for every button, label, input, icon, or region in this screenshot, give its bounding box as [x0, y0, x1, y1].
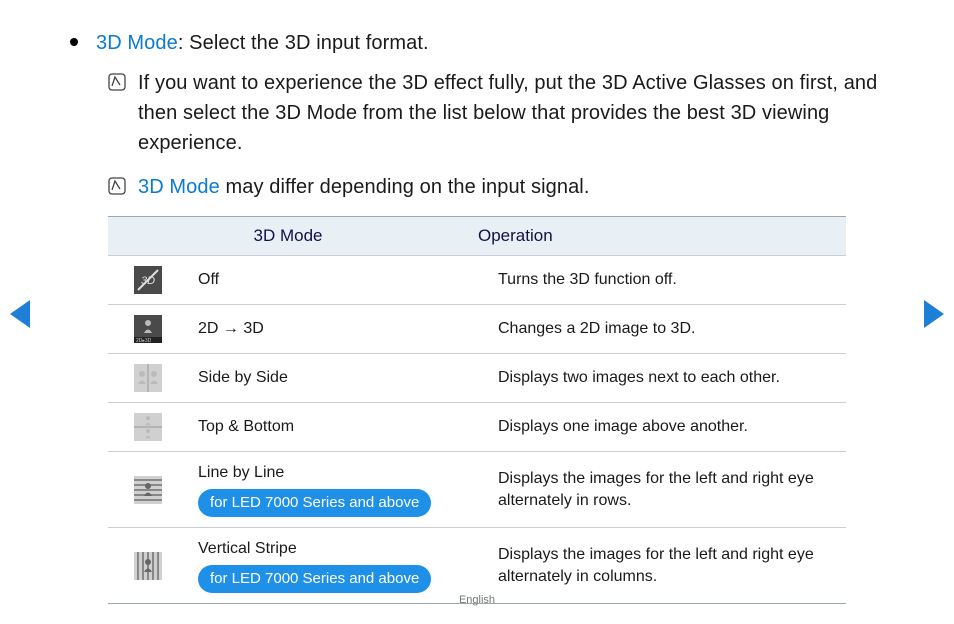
arrow-right-icon [924, 300, 944, 328]
mode-name-cell: Line by Line for LED 7000 Series and abov… [188, 452, 488, 527]
mode-icon-cell [108, 403, 188, 451]
arrow-left-icon [10, 300, 30, 328]
mode-label: Side by Side [198, 367, 478, 389]
svg-text:2D▸3D: 2D▸3D [136, 338, 152, 343]
mode-icon-cell [108, 528, 188, 603]
mode-name-cell: Side by Side [188, 354, 488, 402]
note-icon [108, 177, 128, 200]
mode-icon-cell: 3D [108, 256, 188, 304]
lbl-icon [134, 476, 162, 504]
operation-cell: Turns the 3D function off. [488, 256, 846, 304]
operation-cell: Displays one image above another. [488, 403, 846, 451]
note-2: 3D Mode may differ depending on the inpu… [108, 172, 884, 202]
note-2-text: 3D Mode may differ depending on the inpu… [138, 172, 590, 202]
operation-cell: Changes a 2D image to 3D. [488, 305, 846, 353]
off-icon: 3D [134, 266, 162, 294]
note-icon [108, 73, 128, 96]
header-mode: 3D Mode [108, 217, 468, 255]
mode-name-cell: 2D → 3D [188, 305, 488, 353]
table-row: Line by Line for LED 7000 Series and abov… [108, 451, 846, 527]
mode-name-cell: Off [188, 256, 488, 304]
mode-name-cell: Vertical Stripe for LED 7000 Series and a… [188, 528, 488, 603]
mode-label: 2D → 3D [198, 318, 478, 340]
mode-label: Off [198, 269, 478, 291]
term-3d-mode: 3D Mode [96, 32, 178, 54]
note-2-rest: may differ depending on the input signal… [220, 176, 590, 198]
operation-cell: Displays the images for the left and rig… [488, 528, 846, 603]
footer-language: English [0, 594, 954, 606]
next-page-button[interactable] [924, 300, 944, 328]
mode-name-cell: Top & Bottom [188, 403, 488, 451]
operation-cell: Displays the images for the left and rig… [488, 452, 846, 527]
table-row: Top & Bottom Displays one image above ano… [108, 402, 846, 451]
mode-icon-cell: 2D▸3D [108, 305, 188, 353]
series-badge: for LED 7000 Series and above [198, 489, 431, 517]
intro-desc: : Select the 3D input format. [178, 32, 429, 54]
note-1-text: If you want to experience the 3D effect … [138, 68, 884, 158]
prev-page-button[interactable] [10, 300, 30, 328]
mode-table: 3D Mode Operation 3D Off Turns the 3D func… [108, 216, 846, 604]
mode-label: Vertical Stripe [198, 538, 478, 560]
mode-label: Line by Line [198, 462, 478, 484]
header-operation: Operation [468, 217, 846, 255]
vs-icon [134, 552, 162, 580]
2d3d-icon: 2D▸3D [134, 315, 162, 343]
table-header: 3D Mode Operation [108, 217, 846, 255]
term-3d-mode: 3D Mode [138, 176, 220, 198]
mode-icon-cell [108, 452, 188, 527]
tb-icon [134, 413, 162, 441]
bullet-disc-icon [70, 38, 78, 46]
mode-icon-cell [108, 354, 188, 402]
bullet-3d-mode: 3D Mode: Select the 3D input format. [70, 28, 884, 58]
intro-text: 3D Mode: Select the 3D input format. [96, 28, 429, 58]
series-badge: for LED 7000 Series and above [198, 565, 431, 593]
sbs-icon [134, 364, 162, 392]
note-1: If you want to experience the 3D effect … [108, 68, 884, 158]
table-row: Side by Side Displays two images next to … [108, 353, 846, 402]
mode-label: Top & Bottom [198, 416, 478, 438]
operation-cell: Displays two images next to each other. [488, 354, 846, 402]
table-row: Vertical Stripe for LED 7000 Series and a… [108, 527, 846, 603]
table-row: 2D▸3D 2D → 3D Changes a 2D image to 3D. [108, 304, 846, 353]
table-row: 3D Off Turns the 3D function off. [108, 255, 846, 304]
